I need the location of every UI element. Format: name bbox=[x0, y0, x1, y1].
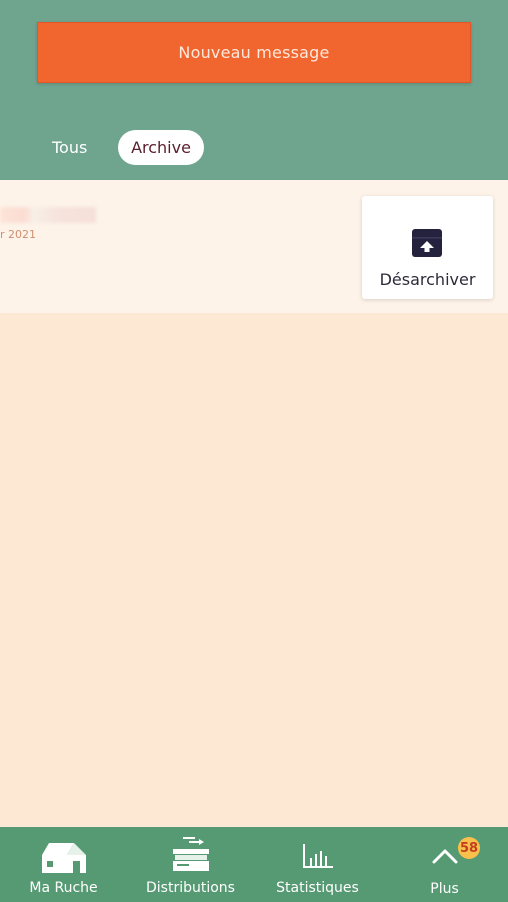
bottom-nav: Ma Ruche Distributions Statistiques 58 P… bbox=[0, 827, 508, 902]
message-date: r 2021 bbox=[0, 228, 37, 241]
header: Nouveau message Tous Archive bbox=[0, 0, 508, 180]
nav-item-distributions[interactable]: Distributions bbox=[127, 827, 254, 902]
unarchive-button[interactable]: Désarchiver bbox=[362, 196, 493, 299]
distribution-icon bbox=[172, 837, 209, 871]
nav-item-plus[interactable]: 58 Plus bbox=[381, 827, 508, 902]
bar-chart-icon bbox=[302, 844, 333, 868]
nav-item-statistiques[interactable]: Statistiques bbox=[254, 827, 381, 902]
new-message-button[interactable]: Nouveau message bbox=[37, 22, 471, 83]
nav-label-ma-ruche: Ma Ruche bbox=[29, 880, 98, 896]
house-icon bbox=[41, 843, 86, 873]
notification-badge: 58 bbox=[458, 837, 480, 859]
nav-label-distributions: Distributions bbox=[146, 880, 235, 896]
unarchive-icon bbox=[412, 229, 442, 257]
message-sender-redacted bbox=[0, 207, 96, 223]
tab-all[interactable]: Tous bbox=[52, 136, 87, 160]
nav-label-statistiques: Statistiques bbox=[276, 880, 359, 896]
chevron-up-icon bbox=[432, 849, 457, 864]
tab-archive[interactable]: Archive bbox=[118, 130, 204, 165]
nav-label-plus: Plus bbox=[430, 881, 459, 897]
nav-item-ma-ruche[interactable]: Ma Ruche bbox=[0, 827, 127, 902]
unarchive-label: Désarchiver bbox=[379, 270, 476, 289]
